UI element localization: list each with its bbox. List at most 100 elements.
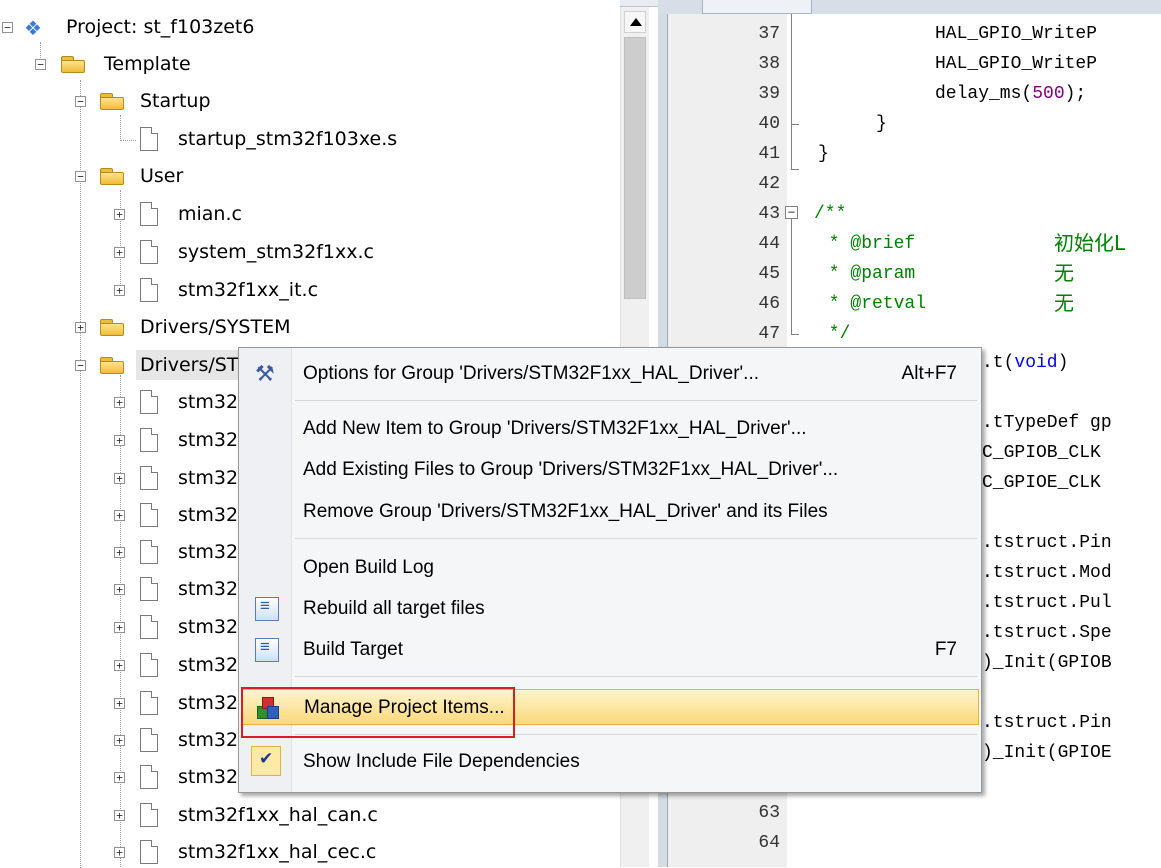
tree-file[interactable]: + stm32 — [0, 537, 240, 567]
expand-toggle[interactable]: + — [114, 622, 125, 633]
code-line: /** — [814, 204, 847, 224]
tree-item-target[interactable]: − Template — [0, 49, 400, 79]
code-token: delay_ms( — [935, 84, 1033, 104]
line-number: 41 — [758, 144, 780, 164]
scroll-up-button[interactable] — [624, 11, 646, 33]
tree-label-file: stm32 — [178, 467, 239, 489]
tree-label-file: stm32 — [178, 578, 239, 600]
file-icon — [140, 390, 158, 414]
expand-toggle[interactable]: + — [114, 285, 125, 296]
tree-file[interactable]: + stm32f1xx_it.c — [0, 275, 440, 305]
file-icon — [140, 615, 158, 639]
code-line: */ — [818, 324, 851, 344]
tree-group-startup[interactable]: − Startup — [0, 86, 400, 116]
fold-end-marker — [791, 124, 799, 125]
tree-item-project[interactable]: − ❖ Project: st_f103zet6 — [0, 12, 400, 42]
tree-label-user: User — [140, 165, 184, 187]
project-icon: ❖ — [24, 16, 42, 40]
tree-file[interactable]: + stm32 — [0, 463, 240, 493]
editor-tab[interactable] — [702, 0, 812, 14]
expand-toggle[interactable]: + — [114, 473, 125, 484]
tree-file[interactable]: + stm32f1xx_hal_cec.c — [0, 837, 440, 867]
folder-open-icon — [100, 168, 125, 185]
expand-toggle[interactable]: + — [114, 810, 125, 821]
file-icon — [140, 466, 158, 490]
menu-item-build-target[interactable]: Build Target F7 — [241, 632, 979, 668]
tree-file[interactable]: + stm32 — [0, 574, 240, 604]
tree-file-startup[interactable]: startup_stm32f103xe.s — [0, 124, 440, 154]
comment-tag: * @brief — [818, 234, 916, 254]
expand-toggle[interactable]: + — [114, 698, 125, 709]
file-icon — [140, 728, 158, 752]
tree-file[interactable]: + stm32 — [0, 688, 240, 718]
menu-item-label: Show Include File Dependencies — [303, 751, 580, 772]
comment-text: 无 — [1054, 291, 1074, 315]
tree-file[interactable]: + stm32 — [0, 500, 240, 530]
expand-toggle[interactable]: + — [114, 547, 125, 558]
tree-file[interactable]: + stm32 — [0, 425, 240, 455]
tree-file[interactable]: + mian.c — [0, 199, 440, 229]
scroll-thumb[interactable] — [624, 37, 646, 299]
tree-label-file: system_stm32f1xx.c — [178, 241, 374, 263]
code-number: 500 — [1032, 84, 1065, 104]
collapse-toggle[interactable]: − — [75, 96, 86, 107]
tree-file[interactable]: + stm32 — [0, 612, 240, 642]
tree-label-file: stm32 — [178, 692, 239, 714]
code-line: .tstruct.Pin — [982, 713, 1112, 733]
expand-toggle[interactable]: + — [114, 435, 125, 446]
tree-label-drivers-hal: Drivers/ST — [136, 350, 243, 380]
expand-toggle[interactable]: + — [114, 584, 125, 595]
expand-toggle[interactable]: + — [114, 397, 125, 408]
menu-item-options-for-group[interactable]: ⚒ Options for Group 'Drivers/STM32F1xx_H… — [241, 356, 979, 392]
collapse-toggle[interactable]: − — [75, 171, 86, 182]
tree-group-drivers-system[interactable]: + Drivers/SYSTEM — [0, 312, 400, 342]
menu-item-open-build-log[interactable]: Open Build Log — [241, 550, 979, 586]
line-number: 64 — [758, 833, 780, 853]
expand-toggle[interactable]: + — [114, 847, 125, 858]
expand-toggle[interactable]: + — [114, 735, 125, 746]
fold-collapse-icon[interactable]: − — [785, 206, 798, 219]
expand-toggle[interactable]: + — [114, 510, 125, 521]
tree-label-file: stm32 — [178, 429, 239, 451]
collapse-toggle[interactable]: − — [2, 22, 13, 33]
expand-toggle[interactable]: + — [114, 772, 125, 783]
menu-shortcut: Alt+F7 — [901, 363, 957, 384]
menu-item-show-include-deps[interactable]: Show Include File Dependencies — [241, 744, 979, 780]
line-number: 44 — [758, 234, 780, 254]
tree-file[interactable]: + system_stm32f1xx.c — [0, 237, 440, 267]
file-icon — [140, 202, 158, 226]
code-line: * @retval — [818, 289, 926, 319]
comment-text: 初始化L — [1054, 231, 1126, 255]
tree-label-file: stm32f1xx_hal_can.c — [178, 804, 378, 826]
tree-label-file: stm32 — [178, 616, 239, 638]
code-line: HAL_GPIO_WriteP — [935, 54, 1098, 74]
folder-open-icon — [100, 93, 125, 110]
expand-toggle[interactable]: + — [114, 247, 125, 258]
build-icon — [255, 637, 279, 662]
menu-item-add-new-item[interactable]: Add New Item to Group 'Drivers/STM32F1xx… — [241, 411, 979, 447]
expand-toggle[interactable]: + — [75, 322, 86, 333]
expand-toggle[interactable]: + — [114, 660, 125, 671]
tree-file[interactable]: + stm32 — [0, 387, 240, 417]
code-line: * @brief — [818, 229, 915, 259]
tree-label-file: mian.c — [178, 203, 242, 225]
line-number: 43 — [758, 204, 780, 224]
tree-group-drivers-hal[interactable]: − Drivers/ST — [0, 350, 243, 380]
menu-item-label: Options for Group 'Drivers/STM32F1xx_HAL… — [303, 363, 759, 384]
tree-group-user[interactable]: − User — [0, 161, 400, 191]
tree-file[interactable]: + stm32f1xx_hal_can.c — [0, 800, 440, 830]
tree-file[interactable]: + stm32 — [0, 650, 240, 680]
menu-item-remove-group[interactable]: Remove Group 'Drivers/STM32F1xx_HAL_Driv… — [241, 494, 979, 530]
collapse-toggle[interactable]: − — [35, 59, 46, 70]
line-number: 47 — [758, 324, 780, 344]
tree-file[interactable]: + stm32 — [0, 762, 240, 792]
menu-separator — [295, 538, 977, 539]
menu-item-rebuild-all[interactable]: Rebuild all target files — [241, 591, 979, 627]
collapse-toggle[interactable]: − — [75, 360, 86, 371]
expand-toggle[interactable]: + — [114, 209, 125, 220]
line-number: 37 — [758, 24, 780, 44]
tree-file[interactable]: + stm32 — [0, 725, 240, 755]
menu-item-add-existing-files[interactable]: Add Existing Files to Group 'Drivers/STM… — [241, 452, 979, 488]
code-line: )_Init(GPIOB — [982, 653, 1112, 673]
checkmark-icon — [251, 746, 281, 776]
